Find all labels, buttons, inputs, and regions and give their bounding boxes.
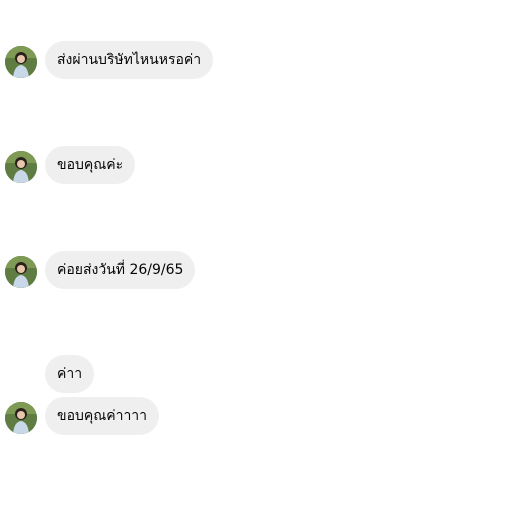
avatar[interactable] — [5, 256, 37, 288]
avatar-photo-icon — [5, 46, 37, 78]
message-bubble[interactable]: ขอบคุณค่ะ — [45, 146, 136, 184]
message-bubble[interactable]: ขอบคุณค่าาาา — [45, 397, 160, 435]
avatar-photo-icon — [5, 151, 37, 183]
avatar[interactable] — [5, 46, 37, 78]
avatar[interactable] — [5, 402, 37, 434]
message-bubble[interactable]: ค่าา — [45, 355, 95, 393]
avatar[interactable] — [5, 151, 37, 183]
message-bubble[interactable]: ส่งผ่านบริษัทไหนหรอค่า — [45, 41, 214, 79]
message-bubble[interactable]: ค่อยส่งวันที่ 26/9/65 — [45, 251, 196, 289]
avatar-photo-icon — [5, 256, 37, 288]
avatar-photo-icon — [5, 402, 37, 434]
